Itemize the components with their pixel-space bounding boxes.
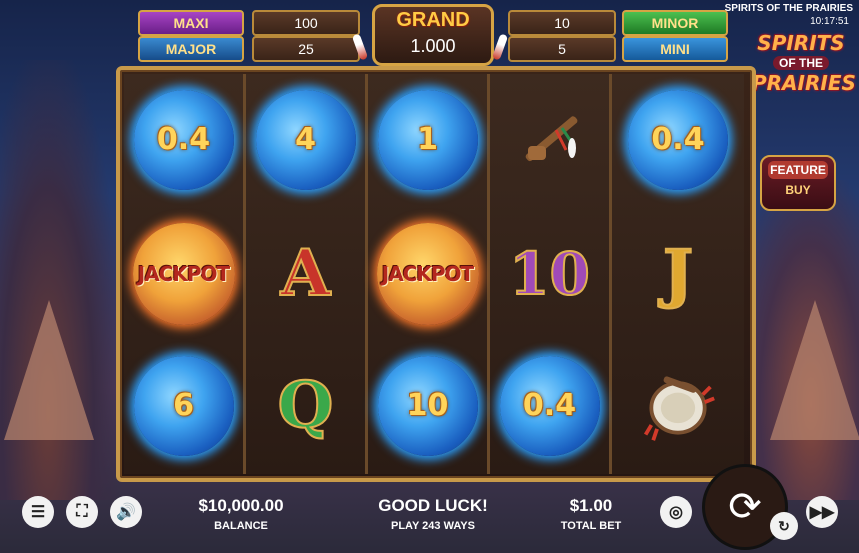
jackpot-grand-label: GRAND: [396, 9, 470, 31]
feature-buy-label-2: BUY: [785, 183, 811, 197]
jackpot-grand: GRAND 1.000: [372, 4, 494, 66]
reel-cell: A: [246, 212, 365, 335]
moon-symbol: 0.4: [499, 355, 600, 456]
reel-cell: 0.4: [124, 78, 243, 201]
letter-a-symbol: A: [280, 235, 332, 312]
reel-cell: Q: [246, 344, 365, 467]
autoplay-button[interactable]: ↻: [770, 512, 798, 540]
menu-button[interactable]: ☰: [22, 496, 54, 528]
reel-2: 4 A Q: [246, 74, 368, 474]
moon-value: 0.4: [522, 388, 577, 423]
logo-line-3: PRAIRIES: [752, 71, 856, 95]
letter-j-symbol: J: [662, 235, 694, 312]
moon-symbol: 0.4: [133, 89, 234, 190]
reel-5: 0.4 J: [612, 74, 744, 474]
jackpot-maxi-value: 100: [252, 10, 360, 36]
jackpot-mini-value: 5: [508, 36, 616, 62]
moon-symbol: 0.4: [628, 89, 728, 190]
coins-icon: ◎: [669, 504, 683, 521]
balance-value: $10,000.00: [198, 496, 284, 515]
jackpot-major-label: MAJOR: [138, 36, 244, 62]
ways-label: PLAY 243 WAYS: [391, 520, 475, 532]
moon-symbol: 1: [377, 89, 478, 190]
autoplay-icon: ↻: [778, 517, 790, 534]
fullscreen-icon: ⛶: [76, 503, 88, 520]
reel-cell: JACKPOT: [124, 212, 243, 335]
turbo-button[interactable]: ▶▶: [806, 496, 838, 528]
reel-cell: JACKPOT: [368, 212, 487, 335]
moon-value: 0.4: [651, 122, 705, 157]
logo-line-2: OF THE: [773, 56, 829, 70]
moon-symbol: 6: [133, 355, 234, 456]
reel-4: 10 0.4: [490, 74, 612, 474]
moon-value: 1: [417, 122, 438, 157]
jackpot-bar: MAXI MAJOR 100 25 GRAND 1.000 10 5 MINOR…: [124, 4, 744, 66]
ten-symbol: 10: [508, 239, 591, 309]
reel-cell: 6: [124, 344, 243, 467]
tipi-right: [770, 300, 859, 440]
moon-value: 6: [173, 388, 194, 423]
drum-icon: [638, 366, 718, 446]
jackpot-mini-label: MINI: [622, 36, 728, 62]
peace-pipe-icon: [510, 100, 590, 180]
jackpot-symbol-label: JACKPOT: [381, 261, 474, 286]
jackpot-minor-label: MINOR: [622, 10, 728, 36]
feature-buy-button[interactable]: FEATURE BUY: [760, 155, 836, 211]
feather-icon: [491, 33, 509, 61]
feature-buy-label-1: FEATURE: [768, 161, 828, 179]
bet-display: $1.00 TOTAL BET: [556, 496, 626, 532]
tipi-left: [4, 300, 94, 440]
reel-1: 0.4 JACKPOT 6: [124, 74, 246, 474]
reel-cell: J: [612, 212, 744, 335]
moon-symbol: 4: [255, 89, 356, 190]
bet-label: TOTAL BET: [560, 520, 622, 532]
reel-cell: [490, 78, 609, 201]
reel-cell: 10: [368, 344, 487, 467]
bet-value: $1.00: [569, 496, 613, 515]
fullscreen-button[interactable]: ⛶: [66, 496, 98, 528]
jackpot-symbol: JACKPOT: [132, 222, 235, 325]
reel-cell: 10: [490, 212, 609, 335]
jackpot-grand-value: 1.000: [410, 36, 456, 56]
speaker-icon: 🔊: [116, 504, 136, 521]
reel-3: 1 JACKPOT 10: [368, 74, 490, 474]
moon-value: 10: [406, 388, 449, 423]
jackpot-symbol-label: JACKPOT: [137, 261, 230, 286]
menu-icon: ☰: [30, 504, 46, 521]
spin-icon: ⟳: [728, 485, 762, 529]
sound-button[interactable]: 🔊: [110, 496, 142, 528]
reel-cell: 0.4: [490, 344, 609, 467]
moon-value: 4: [295, 122, 316, 157]
bet-settings-button[interactable]: ◎: [660, 496, 692, 528]
reel-cell: 4: [246, 78, 365, 201]
jackpot-major-value: 25: [252, 36, 360, 62]
reel-cell: 0.4: [612, 78, 744, 201]
game-logo: SPIRITS OF THE PRAIRIES: [752, 31, 856, 128]
message-display: GOOD LUCK! PLAY 243 WAYS: [360, 496, 506, 532]
jackpot-symbol: JACKPOT: [376, 222, 479, 325]
jackpot-minor-value: 10: [508, 10, 616, 36]
fast-forward-icon: ▶▶: [809, 504, 835, 521]
reel-grid: 0.4 JACKPOT 6 4 A Q 1 JACKPOT 10 10 0.4: [116, 66, 756, 482]
logo-line-1: SPIRITS: [757, 31, 845, 55]
balance-label: BALANCE: [214, 520, 268, 532]
clock: 10:17:51: [810, 16, 849, 27]
status-message: GOOD LUCK!: [378, 496, 488, 515]
reel-cell: [612, 344, 744, 467]
moon-value: 0.4: [156, 122, 211, 157]
balance-display: $10,000.00 BALANCE: [186, 496, 296, 532]
reel-cell: 1: [368, 78, 487, 201]
jackpot-maxi-label: MAXI: [138, 10, 244, 36]
letter-q-symbol: Q: [277, 367, 335, 444]
moon-symbol: 10: [377, 355, 478, 456]
